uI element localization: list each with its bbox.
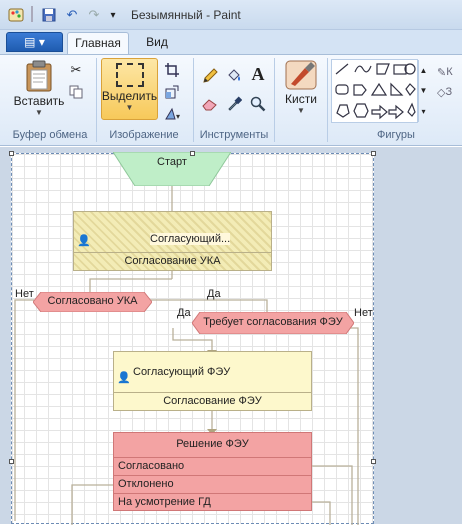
shape-fill-button[interactable]: ◇ З	[437, 82, 462, 102]
decision-option-label: Отклонено	[118, 478, 174, 490]
undo-icon[interactable]: ↶	[62, 6, 82, 24]
text-tool-icon[interactable]: A	[248, 64, 268, 84]
brush-icon	[285, 60, 317, 90]
select-label: Выделить	[101, 89, 158, 103]
decision-option[interactable]: Согласовано	[114, 457, 311, 475]
eraser-icon[interactable]	[200, 94, 220, 114]
decision-option[interactable]: Отклонено	[114, 475, 311, 493]
customize-qat-icon[interactable]: ▾	[106, 6, 120, 24]
copy-icon[interactable]	[66, 82, 86, 102]
approver-feu-label: Согласующий ФЭУ	[133, 366, 231, 378]
decision2-yes-label: Да	[177, 307, 191, 319]
resize-handle[interactable]	[9, 151, 14, 156]
ribbon-separator	[274, 58, 275, 142]
tools-group-label: Инструменты	[199, 129, 269, 141]
start-label: Старт	[157, 156, 187, 168]
approval-feu-title-row: Согласование ФЭУ	[114, 392, 311, 410]
tab-view[interactable]: Вид	[135, 32, 179, 55]
shapes-gallery-more-icon[interactable]: ▾	[418, 100, 428, 122]
decision2-no-label: Нет	[354, 307, 373, 319]
resize-handle[interactable]	[190, 151, 195, 156]
decision1-no-label: Нет	[15, 288, 34, 300]
approval-feu-title: Согласование ФЭУ	[163, 395, 262, 407]
title-bar: ↶ ↷ ▾ Безымянный - Paint	[0, 0, 462, 30]
decision-option-label: На усмотрение ГД	[118, 496, 211, 508]
svg-text:▾: ▾	[176, 112, 180, 121]
paste-button[interactable]: Вставить ▼	[13, 60, 65, 117]
shape-outline-button[interactable]: ✎ К	[437, 62, 462, 82]
clipboard-group-label: Буфер обмена	[12, 129, 88, 141]
resize-handle[interactable]	[9, 459, 14, 464]
file-menu-button[interactable]: ▤ ▾	[6, 32, 63, 52]
rotate-icon[interactable]: ▾	[162, 104, 184, 124]
ribbon-separator	[96, 58, 97, 142]
window-title: Безымянный - Paint	[131, 8, 241, 22]
resize-handle[interactable]	[371, 151, 376, 156]
approver-uka-label: Согласующий...	[150, 233, 231, 245]
decision-option-label: Согласовано	[118, 460, 185, 472]
resize-handle[interactable]	[371, 459, 376, 464]
shapes-scroll-down-icon[interactable]: ▼	[418, 80, 428, 100]
decision-uka-label: Согласовано УКА	[47, 295, 138, 307]
shape-fill-label: З	[445, 86, 453, 98]
approval-feu-node[interactable]: 👤 Согласующий ФЭУ Согласование ФЭУ	[113, 351, 312, 411]
paint-app-icon[interactable]	[6, 6, 26, 24]
decision-option[interactable]: На усмотрение ГД	[114, 493, 311, 511]
brushes-dropdown-arrow[interactable]: ▼	[297, 106, 305, 115]
save-icon[interactable]	[39, 6, 59, 24]
select-dropdown-arrow[interactable]: ▼	[126, 103, 134, 112]
drawing-canvas[interactable]: Старт 👤 Согласующий... Согласование УКА …	[11, 152, 374, 525]
start-node[interactable]: Старт	[113, 152, 231, 186]
fill-bucket-small-icon: ◇	[437, 86, 446, 99]
paste-icon	[26, 60, 52, 92]
brushes-button[interactable]: Кисти ▼	[280, 60, 322, 115]
redo-icon[interactable]: ↷	[84, 6, 104, 24]
approval-uka-title: Согласование УКА	[124, 255, 221, 267]
qat-separator	[31, 6, 33, 22]
approval-uka-title-row: Согласование УКА	[74, 252, 271, 270]
user-icon: 👤	[77, 235, 91, 247]
decision-feu-title: Решение ФЭУ	[176, 438, 249, 450]
select-button[interactable]: Выделить ▼	[101, 58, 158, 120]
outline-brush-icon: ✎	[437, 66, 447, 79]
image-group-label: Изображение	[109, 129, 179, 141]
shapes-scroll-up-icon[interactable]: ▲	[418, 60, 428, 80]
color-picker-icon[interactable]	[224, 94, 244, 114]
decision-feu-required-node[interactable]: Требует согласования ФЭУ	[192, 312, 354, 334]
paste-label: Вставить	[13, 94, 65, 108]
shapes-group-label: Фигуры	[377, 129, 415, 141]
paste-dropdown-arrow[interactable]: ▼	[35, 108, 43, 117]
ribbon-separator	[327, 58, 328, 142]
select-icon	[115, 63, 144, 87]
cut-icon[interactable]: ✂	[66, 60, 86, 80]
resize-icon[interactable]	[162, 82, 182, 102]
tab-home[interactable]: Главная	[67, 32, 129, 55]
crop-icon[interactable]	[162, 60, 182, 80]
decision-uka-node[interactable]: Согласовано УКА	[33, 292, 152, 312]
shapes-gallery-icons	[335, 63, 416, 120]
shape-outline-label: К	[446, 66, 453, 78]
magnifier-icon[interactable]	[248, 94, 268, 114]
fill-bucket-icon[interactable]	[224, 66, 244, 86]
brushes-label: Кисти	[285, 92, 317, 106]
shapes-gallery[interactable]	[331, 59, 418, 123]
decision-feu-node[interactable]: Решение ФЭУ Согласовано Отклонено На усм…	[113, 432, 312, 511]
user-icon: 👤	[117, 372, 131, 384]
pencil-icon[interactable]	[200, 66, 220, 86]
decision1-yes-label: Да	[207, 288, 221, 300]
approval-uka-node[interactable]: 👤 Согласующий... Согласование УКА	[73, 211, 272, 271]
ribbon-separator	[193, 58, 194, 142]
decision-feu-required-label: Требует согласования ФЭУ	[203, 316, 343, 328]
